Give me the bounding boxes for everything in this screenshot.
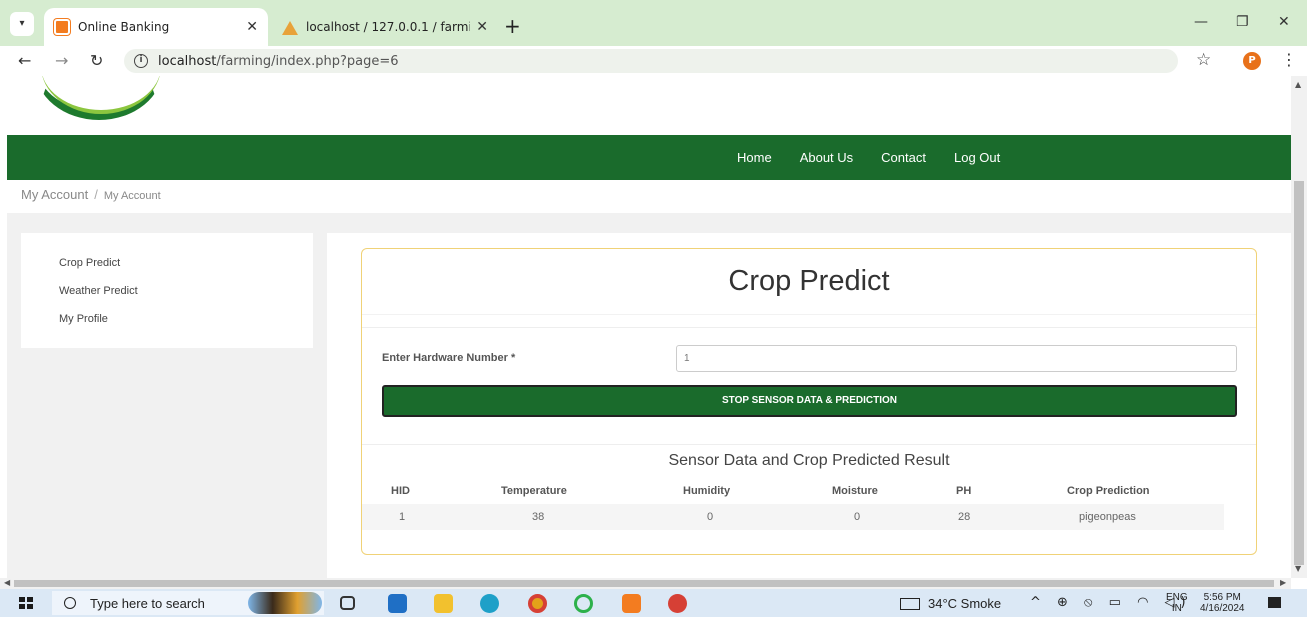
minimize-icon[interactable]: — <box>1194 14 1208 30</box>
search-placeholder: Type here to search <box>90 595 205 611</box>
language-indicator[interactable]: ENG IN <box>1166 592 1188 614</box>
lang-code: ENG <box>1166 592 1188 603</box>
table-header: Humidity <box>683 485 731 497</box>
edge-icon[interactable] <box>480 594 499 613</box>
table-row: 1 38 0 0 28 pigeonpeas <box>362 504 1224 530</box>
page-title: Crop Predict <box>728 265 890 297</box>
file-explorer-icon[interactable] <box>434 594 453 613</box>
new-tab-button[interactable]: + <box>504 14 521 38</box>
taskbar-search-input[interactable]: Type here to search <box>52 591 324 615</box>
windows-start-icon[interactable] <box>19 597 33 609</box>
tab-phpmyadmin[interactable]: localhost / 127.0.0.1 / farming / ✕ <box>272 8 498 46</box>
forward-icon[interactable]: → <box>55 51 68 70</box>
nav-about-us[interactable]: About Us <box>800 150 853 165</box>
scroll-left-icon[interactable]: ◀ <box>4 578 10 587</box>
table-header: Moisture <box>832 485 878 497</box>
nav-contact[interactable]: Contact <box>881 150 926 165</box>
breadcrumb-separator: / <box>94 187 98 202</box>
site-header <box>7 76 1291 135</box>
url-host: localhost <box>158 53 217 69</box>
chrome-icon[interactable] <box>528 594 547 613</box>
results-title: Sensor Data and Crop Predicted Result <box>668 452 950 469</box>
table-cell-hid: 1 <box>399 511 406 523</box>
online-banking-favicon <box>54 19 70 35</box>
xampp-icon[interactable] <box>622 594 641 613</box>
url-path: /farming/index.php?page=6 <box>216 53 399 69</box>
windows-taskbar: Type here to search 34°C Smoke ^ ⊕ ⦸ ▭ ◠… <box>0 589 1307 617</box>
tab-title: Online Banking <box>78 20 170 34</box>
table-cell-moisture: 0 <box>854 511 861 523</box>
chrome-profile-icon[interactable] <box>668 594 687 613</box>
breadcrumb: My Account / My Account <box>21 187 161 202</box>
task-view-icon[interactable] <box>340 596 355 610</box>
table-header: PH <box>956 485 972 497</box>
main-navbar: Home About Us Contact Log Out <box>7 135 1291 180</box>
mail-icon[interactable] <box>388 594 407 613</box>
window-close-icon[interactable]: ✕ <box>1278 14 1290 30</box>
search-icon <box>64 597 76 609</box>
back-icon[interactable]: ← <box>18 51 31 70</box>
nav-log-out[interactable]: Log Out <box>954 150 1000 165</box>
close-tab-icon[interactable]: ✕ <box>476 19 488 35</box>
taskbar-clock[interactable]: 5:56 PM 4/16/2024 <box>1200 592 1245 614</box>
tab-search-button[interactable]: ▾ <box>10 12 34 36</box>
vertical-scroll-thumb[interactable] <box>1294 181 1304 565</box>
sidebar-item-weather-predict[interactable]: Weather Predict <box>59 285 313 313</box>
table-cell-humidity: 0 <box>707 511 714 523</box>
breadcrumb-current: My Account <box>103 190 161 202</box>
clock-date: 4/16/2024 <box>1200 603 1245 614</box>
divider <box>362 444 1256 445</box>
vertical-scrollbar[interactable]: ▲ ▼ <box>1291 76 1307 578</box>
crop-predict-card: Crop Predict Enter Hardware Number * STO… <box>361 248 1257 555</box>
table-cell-temperature: 38 <box>532 511 545 523</box>
horizontal-scrollbar[interactable]: ◀ ▶ <box>0 578 1291 589</box>
table-header: Temperature <box>501 485 567 497</box>
table-header-row: HID Temperature Humidity Moisture PH Cro… <box>362 478 1224 504</box>
url-input[interactable]: i localhost/farming/index.php?page=6 <box>124 49 1178 73</box>
page-viewport: Home About Us Contact Log Out My Account… <box>7 76 1291 578</box>
restore-icon[interactable]: ❐ <box>1236 14 1249 30</box>
scroll-down-icon[interactable]: ▼ <box>1295 564 1301 573</box>
sidebar-item-my-profile[interactable]: My Profile <box>59 313 313 341</box>
results-table: HID Temperature Humidity Moisture PH Cro… <box>362 478 1224 530</box>
table-header: HID <box>391 485 410 497</box>
bookmark-star-icon[interactable]: ☆ <box>1196 50 1211 70</box>
hardware-number-label: Enter Hardware Number * <box>382 352 516 364</box>
breadcrumb-root[interactable]: My Account <box>21 187 88 202</box>
address-bar: ← → ↻ i localhost/farming/index.php?page… <box>0 46 1307 76</box>
notification-icon[interactable] <box>1268 597 1281 608</box>
weather-widget[interactable]: 34°C Smoke <box>900 596 1001 611</box>
weather-text: 34°C Smoke <box>928 596 1002 611</box>
weather-icon <box>900 597 920 610</box>
site-info-icon[interactable]: i <box>134 54 148 68</box>
main-panel: Crop Predict Enter Hardware Number * STO… <box>327 233 1291 578</box>
account-sidebar: Crop Predict Weather Predict My Profile <box>21 233 313 348</box>
clock-time: 5:56 PM <box>1203 592 1241 603</box>
tab-online-banking[interactable]: Online Banking ✕ <box>44 8 268 46</box>
horizontal-scroll-thumb[interactable] <box>14 580 1274 587</box>
sidebar-item-crop-predict[interactable]: Crop Predict <box>59 257 313 285</box>
hardware-number-input[interactable] <box>676 345 1237 372</box>
scroll-up-icon[interactable]: ▲ <box>1295 80 1301 89</box>
reload-icon[interactable]: ↻ <box>90 51 103 70</box>
close-tab-icon[interactable]: ✕ <box>246 19 258 35</box>
stop-sensor-button[interactable]: STOP SENSOR DATA & PREDICTION <box>382 385 1237 417</box>
browser-tab-bar: ▾ Online Banking ✕ localhost / 127.0.0.1… <box>0 0 1307 46</box>
nav-home[interactable]: Home <box>737 150 772 165</box>
loading-app-icon[interactable] <box>574 594 593 613</box>
search-highlight-image <box>248 592 322 614</box>
profile-avatar[interactable]: P <box>1243 52 1261 70</box>
divider <box>362 314 1256 328</box>
table-cell-crop-prediction: pigeonpeas <box>1079 511 1136 523</box>
phpmyadmin-favicon <box>282 19 298 35</box>
table-header: Crop Prediction <box>1067 485 1150 497</box>
region-code: IN <box>1171 603 1182 614</box>
tab-title: localhost / 127.0.0.1 / farming / <box>306 20 471 34</box>
table-cell-ph: 28 <box>958 511 971 523</box>
browser-menu-icon[interactable]: ⋮ <box>1281 50 1297 69</box>
scroll-right-icon[interactable]: ▶ <box>1280 578 1286 587</box>
